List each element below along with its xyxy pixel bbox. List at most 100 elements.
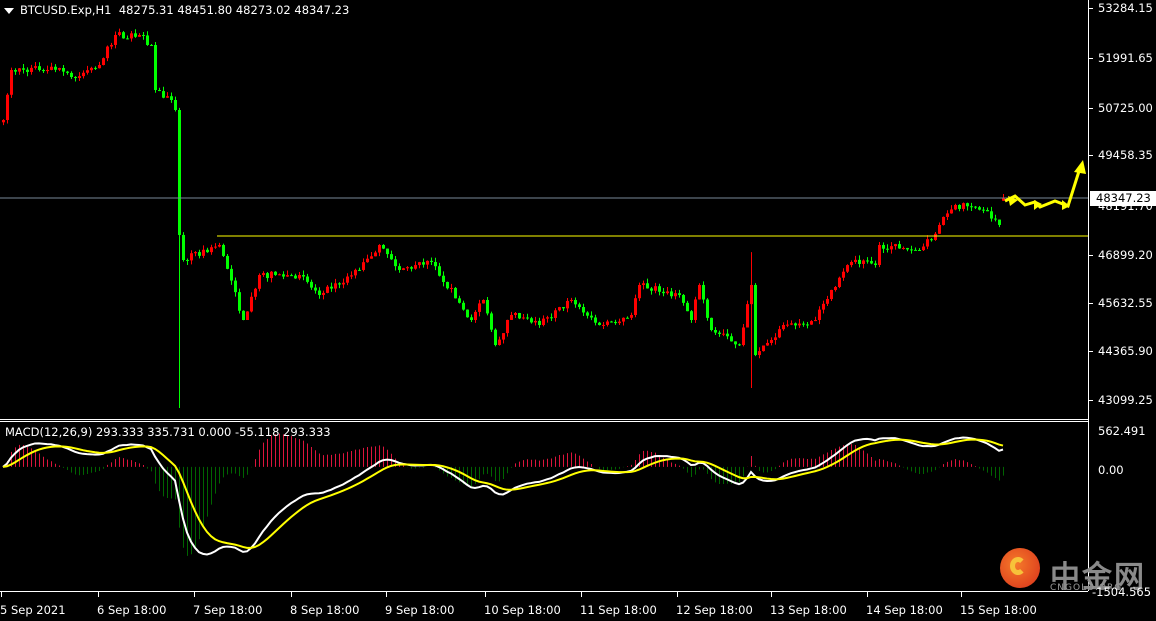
candle-body xyxy=(174,99,177,110)
candle-body xyxy=(790,323,793,325)
candle-body xyxy=(770,340,773,343)
candle-body xyxy=(194,252,197,254)
candle-body xyxy=(338,283,341,285)
candle-body xyxy=(738,344,741,346)
candle-body xyxy=(374,252,377,257)
candle-body xyxy=(998,219,1001,225)
macd-axis-zero: 0.00 xyxy=(1098,463,1124,477)
candle-body xyxy=(54,66,57,70)
candle-body xyxy=(198,252,201,256)
candle-body xyxy=(14,70,17,72)
candle-body xyxy=(150,44,153,46)
candle-body xyxy=(626,317,629,319)
candle-body xyxy=(278,274,281,276)
forecast-arrowhead-icon xyxy=(1074,160,1086,174)
candle-body xyxy=(478,303,481,312)
time-axis-label: 15 Sep 18:00 xyxy=(960,603,1037,617)
candle-body xyxy=(462,302,465,310)
candle-body xyxy=(918,249,921,251)
candle-body xyxy=(814,319,817,322)
macd-axis-top: 562.491 xyxy=(1098,424,1146,438)
candle-body xyxy=(974,206,977,208)
candle-body xyxy=(130,33,133,39)
candle-body xyxy=(826,299,829,304)
candle-body xyxy=(842,271,845,278)
candle-body xyxy=(134,33,137,37)
candle-body xyxy=(386,248,389,255)
chart-canvas[interactable] xyxy=(0,0,1156,621)
candle-body xyxy=(138,34,141,37)
candle-body xyxy=(458,298,461,303)
candle-body xyxy=(818,309,821,320)
candle-body xyxy=(470,317,473,320)
candle-body xyxy=(782,324,785,330)
candle-body xyxy=(318,290,321,295)
candle-body xyxy=(706,299,709,318)
candle-body xyxy=(882,244,885,249)
candle-body xyxy=(822,303,825,310)
candle-body xyxy=(274,271,277,275)
candle-body xyxy=(86,70,89,73)
candle-body xyxy=(874,263,877,265)
candle-body xyxy=(690,311,693,320)
candle-body xyxy=(22,68,25,70)
dropdown-triangle-icon[interactable] xyxy=(4,7,14,14)
candle-body xyxy=(910,249,913,251)
candle-body xyxy=(378,244,381,253)
candle-body xyxy=(222,244,225,256)
candle-body xyxy=(250,296,253,312)
candle-body xyxy=(490,313,493,330)
candle-body xyxy=(702,284,705,300)
candle-body xyxy=(834,287,837,290)
candle-body xyxy=(662,291,665,294)
candle-body xyxy=(650,288,653,291)
candle-body xyxy=(566,300,569,309)
candle-body xyxy=(674,293,677,297)
candle-body xyxy=(642,283,645,285)
candle-body xyxy=(970,206,973,208)
candle-body xyxy=(418,262,421,266)
candle-body xyxy=(178,109,181,235)
candle-body xyxy=(306,276,309,282)
current-price-label: 48347.23 xyxy=(1090,191,1156,206)
candle-body xyxy=(614,321,617,324)
candle-body xyxy=(110,44,113,47)
candle-body xyxy=(594,317,597,323)
candle-body xyxy=(214,246,217,248)
candle-body xyxy=(98,65,101,69)
candle-body xyxy=(334,283,337,289)
time-axis-label: 7 Sep 18:00 xyxy=(193,603,263,617)
candle-body xyxy=(758,351,761,356)
candle-body xyxy=(978,207,981,210)
macd-layer xyxy=(2,433,1004,556)
candle-body xyxy=(46,69,49,72)
candle-body xyxy=(574,299,577,305)
macd-label: MACD(12,26,9) 293.333 335.731 0.000 -55.… xyxy=(5,425,331,439)
candle-body xyxy=(514,313,517,315)
candle-body xyxy=(718,332,721,334)
candle-body xyxy=(530,318,533,323)
candles-layer xyxy=(2,28,1005,409)
candle-body xyxy=(806,324,809,326)
time-axis-label: 8 Sep 18:00 xyxy=(290,603,360,617)
candle-body xyxy=(258,274,261,289)
candle-body xyxy=(254,288,257,297)
candle-body xyxy=(962,203,965,209)
candle-body xyxy=(802,323,805,325)
candle-body xyxy=(314,287,317,291)
time-axis-label: 9 Sep 18:00 xyxy=(385,603,455,617)
candle-body xyxy=(778,329,781,338)
candle-body xyxy=(210,247,213,253)
candle-body xyxy=(930,239,933,241)
candle-body xyxy=(330,286,333,289)
price-axis-label: 53284.15 xyxy=(1098,1,1153,15)
candle-body xyxy=(262,273,265,275)
candle-body xyxy=(286,275,289,277)
candle-body xyxy=(498,339,501,346)
candle-body xyxy=(6,94,9,121)
candle-body xyxy=(838,277,841,288)
candle-body xyxy=(162,91,165,98)
candle-body xyxy=(266,273,269,279)
candle-body xyxy=(810,321,813,325)
candle-body xyxy=(394,259,397,267)
